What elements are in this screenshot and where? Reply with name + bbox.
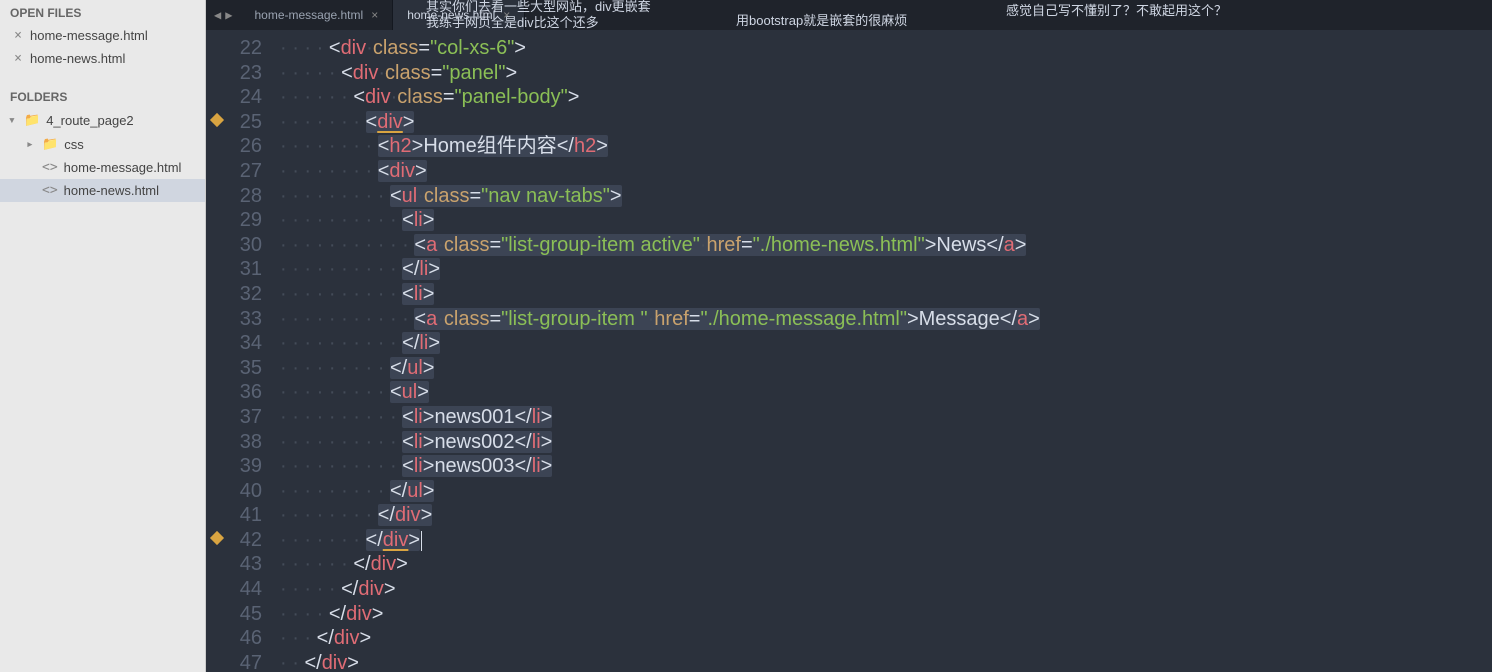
tab-label: home-news.html	[407, 8, 495, 22]
code-line[interactable]: · · · · · · · · · </ul>	[280, 479, 1492, 504]
line-number[interactable]: 41	[206, 503, 262, 528]
code-line[interactable]: · · </div>	[280, 651, 1492, 672]
line-number[interactable]: 40	[206, 479, 262, 504]
code-line[interactable]: · · · · · · · · · · <li>news001</li>	[280, 405, 1492, 430]
tab-0[interactable]: home-message.html ×	[240, 0, 393, 30]
code-line[interactable]: · · · · · <div·class="panel">	[280, 61, 1492, 86]
file-icon: <>	[42, 183, 58, 198]
tab-prev-icon[interactable]: ◀	[214, 8, 221, 22]
tab-next-icon[interactable]: ▶	[225, 8, 232, 22]
code-line[interactable]: · · · · · · <div·class="panel-body">	[280, 85, 1492, 110]
tree-item-label: css	[64, 137, 84, 152]
line-number[interactable]: 36	[206, 380, 262, 405]
line-number[interactable]: 23	[206, 61, 262, 86]
line-number[interactable]: 26	[206, 134, 262, 159]
code-line[interactable]: · · · </div>	[280, 626, 1492, 651]
file-icon: <>	[42, 160, 58, 175]
line-number[interactable]: 47	[206, 651, 262, 672]
code-area[interactable]: · · · · <div·class="col-xs-6">· · · · · …	[272, 30, 1492, 672]
bookmark-icon	[210, 531, 224, 545]
folders-header: FOLDERS	[0, 84, 205, 108]
open-files-header: OPEN FILES	[0, 0, 205, 24]
code-line[interactable]: · · · · · · · · · · · <a·class="list-gro…	[280, 307, 1492, 332]
line-number[interactable]: 30	[206, 233, 262, 258]
code-line[interactable]: · · · · · · · · · · </li>	[280, 257, 1492, 282]
line-number[interactable]: 34	[206, 331, 262, 356]
code-line[interactable]: · · · · · · · · · · </li>	[280, 331, 1492, 356]
folder-open-icon: 📁	[24, 112, 40, 128]
line-number[interactable]: 33	[206, 307, 262, 332]
overlay-text-4: 感觉自己写不懂别了？不敢起用这个？	[1006, 0, 1227, 19]
folder-icon: 📁	[42, 136, 58, 152]
line-number[interactable]: 45	[206, 602, 262, 627]
line-number[interactable]: 46	[206, 626, 262, 651]
code-line[interactable]: · · · · · · · · · · <li>news003</li>	[280, 454, 1492, 479]
line-number[interactable]: 32	[206, 282, 262, 307]
line-number[interactable]: 28	[206, 184, 262, 209]
code-line[interactable]: · · · · · · · · · </ul>	[280, 356, 1492, 381]
line-number[interactable]: 31	[206, 257, 262, 282]
line-number[interactable]: 25	[206, 110, 262, 135]
line-number[interactable]: 27	[206, 159, 262, 184]
editor[interactable]: 2223242526272829303132333435363738394041…	[206, 30, 1492, 672]
gutter: 2223242526272829303132333435363738394041…	[206, 30, 272, 672]
tree-item-0[interactable]: ▸ 📁 css	[0, 132, 205, 156]
line-number[interactable]: 43	[206, 552, 262, 577]
open-file-label: home-news.html	[30, 51, 125, 66]
line-number[interactable]: 35	[206, 356, 262, 381]
line-number[interactable]: 22	[206, 36, 262, 61]
tab-nav: ◀ ▶	[206, 0, 240, 30]
overlay-text-3: 用bootstrap就是嵌套的很麻烦	[736, 10, 907, 29]
code-line[interactable]: · · · · · · </div>	[280, 552, 1492, 577]
code-line[interactable]: · · · · · · · · · <ul·class="nav nav-tab…	[280, 184, 1492, 209]
line-number[interactable]: 38	[206, 430, 262, 455]
line-number[interactable]: 39	[206, 454, 262, 479]
tree-item-2[interactable]: <> home-news.html	[0, 179, 205, 202]
tree-item-1[interactable]: <> home-message.html	[0, 156, 205, 179]
sidebar: OPEN FILES × home-message.html × home-news.…	[0, 0, 206, 672]
code-line[interactable]: · · · · · · · <div>	[280, 110, 1492, 135]
tree-item-label: home-message.html	[64, 160, 182, 175]
code-line[interactable]: · · · · · · · · · <ul>	[280, 380, 1492, 405]
code-line[interactable]: · · · · · · · </div>	[280, 528, 1492, 553]
code-line[interactable]: · · · · <div·class="col-xs-6">	[280, 36, 1492, 61]
code-line[interactable]: · · · · · · · · · · <li>news002</li>	[280, 430, 1492, 455]
tab-close-icon[interactable]: ×	[503, 8, 510, 22]
close-icon[interactable]: ×	[12, 51, 24, 66]
open-file-0[interactable]: × home-message.html	[0, 24, 205, 47]
caret-icon: ▸	[26, 137, 36, 152]
open-file-1[interactable]: × home-news.html	[0, 47, 205, 70]
tab-1[interactable]: home-news.html ×	[393, 0, 525, 30]
tab-label: home-message.html	[254, 8, 363, 22]
code-line[interactable]: · · · · · · · · </div>	[280, 503, 1492, 528]
code-line[interactable]: · · · · · · · · · · · <a·class="list-gro…	[280, 233, 1492, 258]
tree-item-label: home-news.html	[64, 183, 159, 198]
tab-close-icon[interactable]: ×	[371, 8, 378, 22]
main: ◀ ▶ home-message.html×home-news.html× 其实…	[206, 0, 1492, 672]
code-line[interactable]: · · · · </div>	[280, 602, 1492, 627]
code-line[interactable]: · · · · · · · · <div>	[280, 159, 1492, 184]
folder-root[interactable]: ▾ 📁 4_route_page2	[0, 108, 205, 132]
caret-down-icon: ▾	[8, 113, 18, 128]
open-file-label: home-message.html	[30, 28, 148, 43]
code-line[interactable]: · · · · · </div>	[280, 577, 1492, 602]
code-line[interactable]: · · · · · · · · <h2>Home组件内容</h2>	[280, 134, 1492, 159]
line-number[interactable]: 24	[206, 85, 262, 110]
tab-bar: ◀ ▶ home-message.html×home-news.html× 其实…	[206, 0, 1492, 30]
line-number[interactable]: 37	[206, 405, 262, 430]
folder-root-label: 4_route_page2	[46, 113, 133, 128]
close-icon[interactable]: ×	[12, 28, 24, 43]
line-number[interactable]: 29	[206, 208, 262, 233]
line-number[interactable]: 44	[206, 577, 262, 602]
code-line[interactable]: · · · · · · · · · · <li>	[280, 282, 1492, 307]
code-line[interactable]: · · · · · · · · · · <li>	[280, 208, 1492, 233]
line-number[interactable]: 42	[206, 528, 262, 553]
bookmark-icon	[210, 113, 224, 127]
